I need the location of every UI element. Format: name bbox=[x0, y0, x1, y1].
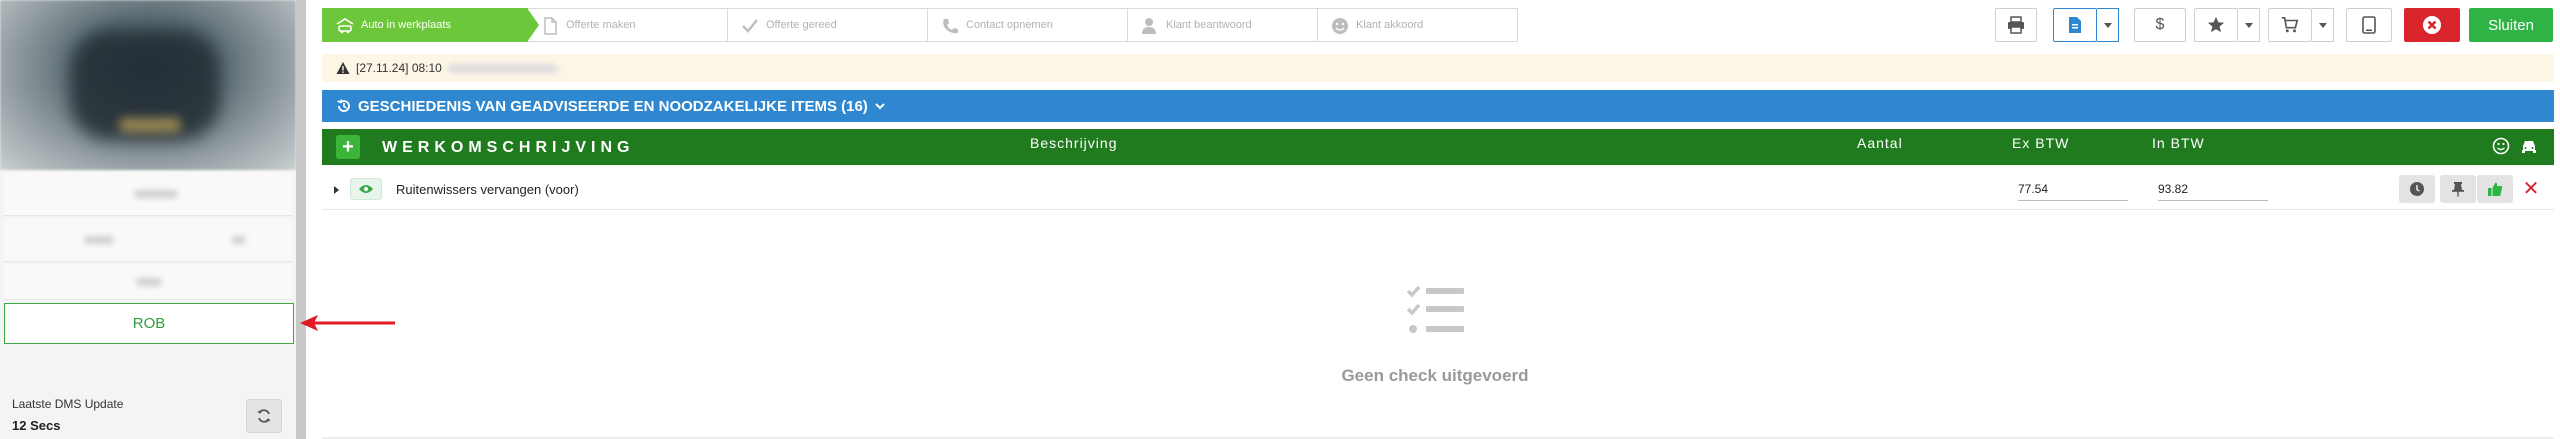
work-title: WERKOMSCHRIJVING bbox=[382, 139, 635, 156]
item-description: Ruitenwissers vervangen (voor) bbox=[396, 182, 579, 197]
document-blue-icon bbox=[2069, 17, 2081, 33]
sidebar-info-block bbox=[4, 218, 292, 262]
alert-bar: [27.11.24] 08:10 bbox=[322, 54, 2554, 82]
price-button[interactable]: $ bbox=[2134, 8, 2186, 42]
step-offerte-gereed[interactable]: Offerte gereed bbox=[728, 8, 928, 42]
step-auto-in-werkplaats[interactable]: Auto in werkplaats bbox=[322, 8, 539, 42]
col-description: Beschrijving bbox=[1030, 135, 1118, 151]
refresh-icon bbox=[257, 409, 271, 423]
col-ex-vat: Ex BTW bbox=[2012, 135, 2070, 151]
warning-icon bbox=[336, 62, 350, 74]
cart-button[interactable] bbox=[2268, 8, 2312, 42]
alert-message-redacted bbox=[447, 63, 558, 73]
car-garage-icon bbox=[336, 18, 354, 34]
step-label: Klant akkoord bbox=[1356, 19, 1424, 31]
dollar-icon: $ bbox=[2155, 16, 2165, 33]
print-icon bbox=[2008, 16, 2024, 34]
pin-icon bbox=[2452, 182, 2464, 197]
dms-update-label: Laatste DMS Update bbox=[12, 397, 124, 411]
document-dropdown[interactable] bbox=[2097, 8, 2119, 42]
user-icon bbox=[1142, 18, 1156, 34]
history-title: GESCHIEDENIS VAN GEADVISEERDE EN NOODZAK… bbox=[358, 97, 868, 115]
work-header: + WERKOMSCHRIJVING Beschrijving Aantal E… bbox=[322, 129, 2554, 165]
print-button[interactable] bbox=[1995, 8, 2037, 42]
smiley-icon bbox=[1332, 18, 1348, 34]
close-circle-icon bbox=[2423, 16, 2441, 34]
add-work-button[interactable]: + bbox=[336, 135, 360, 159]
step-klant-akkoord[interactable]: Klant akkoord bbox=[1318, 8, 1518, 42]
car-icon bbox=[2522, 141, 2536, 153]
refresh-button[interactable] bbox=[246, 399, 282, 433]
step-contact-opnemen[interactable]: Contact opnemen bbox=[928, 8, 1128, 42]
step-label: Offerte maken bbox=[566, 19, 636, 31]
step-offerte-maken[interactable]: Offerte maken bbox=[528, 8, 728, 42]
cancel-button[interactable] bbox=[2404, 8, 2460, 42]
step-label: Klant beantwoord bbox=[1166, 19, 1252, 31]
eye-icon bbox=[359, 185, 373, 193]
favorite-dropdown[interactable] bbox=[2238, 8, 2260, 42]
red-arrow-annotation bbox=[300, 315, 395, 331]
phone-icon bbox=[943, 19, 958, 34]
step-klant-beantwoord[interactable]: Klant beantwoord bbox=[1128, 8, 1318, 42]
dms-update-value: 12 Secs bbox=[12, 418, 61, 433]
item-approve-button[interactable] bbox=[2477, 175, 2513, 203]
chevron-down-icon bbox=[875, 103, 885, 110]
tablet-icon bbox=[2362, 16, 2376, 34]
sidebar-scrollbar[interactable] bbox=[296, 0, 306, 439]
col-quantity: Aantal bbox=[1857, 135, 1903, 151]
history-toggle[interactable]: GESCHIEDENIS VAN GEADVISEERDE EN NOODZAK… bbox=[322, 90, 2554, 122]
document-button[interactable] bbox=[2053, 8, 2097, 42]
check-icon bbox=[742, 19, 758, 33]
col-in-vat: In BTW bbox=[2152, 135, 2205, 151]
sidebar-info-block bbox=[4, 172, 292, 216]
progress-steps: Auto in werkplaats Offerte maken Offerte… bbox=[322, 8, 1518, 42]
thumbs-up-icon bbox=[2488, 182, 2503, 196]
smiley-icon bbox=[2492, 137, 2510, 155]
close-button[interactable]: Sluiten bbox=[2469, 8, 2553, 42]
cart-icon bbox=[2281, 16, 2299, 33]
item-pin-button[interactable] bbox=[2440, 175, 2476, 203]
checklist-icon bbox=[1406, 285, 1464, 333]
customer-name-button[interactable]: ROB bbox=[4, 303, 294, 344]
sidebar: ROB Laatste DMS Update 12 Secs bbox=[0, 0, 296, 439]
item-delete-icon[interactable]: ✕ bbox=[2522, 179, 2540, 199]
item-in-vat[interactable]: 93.82 bbox=[2158, 182, 2268, 201]
tablet-button[interactable] bbox=[2346, 8, 2392, 42]
step-label: Offerte gereed bbox=[766, 19, 837, 31]
clock-icon bbox=[2410, 182, 2424, 196]
visibility-toggle[interactable] bbox=[350, 178, 382, 200]
sidebar-info-block bbox=[4, 264, 292, 300]
favorite-button[interactable] bbox=[2194, 8, 2238, 42]
empty-state-text: Geen check uitgevoerd bbox=[1341, 366, 1529, 385]
history-icon bbox=[337, 99, 350, 112]
document-icon bbox=[544, 17, 557, 35]
cart-dropdown[interactable] bbox=[2312, 8, 2334, 42]
step-label: Auto in werkplaats bbox=[361, 19, 451, 31]
expand-caret-icon[interactable] bbox=[334, 186, 339, 194]
item-history-button[interactable] bbox=[2399, 175, 2435, 203]
car-photo bbox=[0, 0, 296, 170]
step-label: Contact opnemen bbox=[966, 19, 1053, 31]
app-root: ROB Laatste DMS Update 12 Secs Auto in w… bbox=[0, 0, 2560, 439]
table-row[interactable]: Ruitenwissers vervangen (voor) 77.54 93.… bbox=[322, 170, 2554, 210]
item-ex-vat[interactable]: 77.54 bbox=[2018, 182, 2128, 201]
alert-date: [27.11.24] 08:10 bbox=[356, 61, 442, 75]
star-icon bbox=[2207, 16, 2225, 33]
